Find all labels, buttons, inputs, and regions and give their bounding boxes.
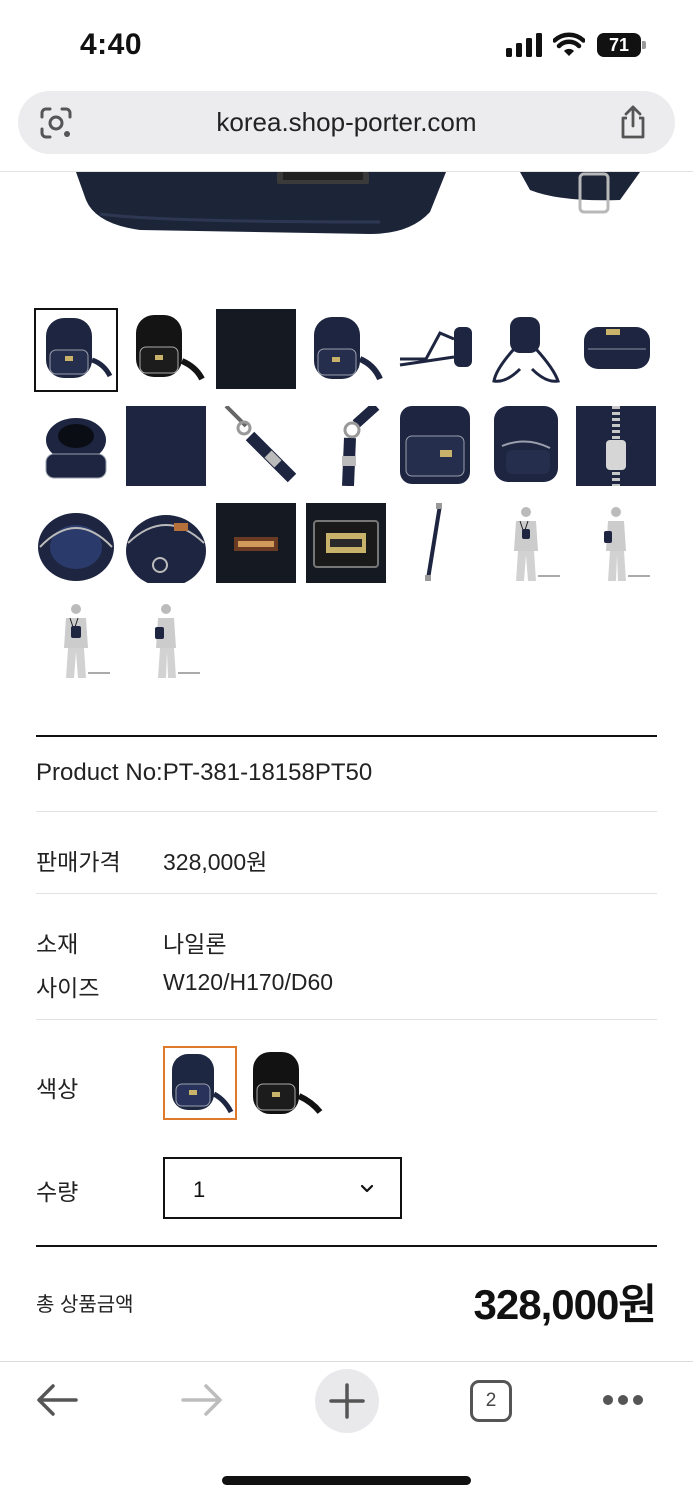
cellular-signal-icon <box>506 33 542 57</box>
thumbnail-shoulder-strap[interactable] <box>396 503 476 583</box>
thumbnail-model-front-2[interactable] <box>36 600 116 680</box>
thumbnail-porter-logo-tag[interactable] <box>306 503 386 583</box>
plus-icon <box>329 1383 365 1419</box>
home-indicator[interactable] <box>222 1476 471 1485</box>
total-rule <box>36 1245 657 1247</box>
thumbnail-navy-fabric-closeup[interactable] <box>126 406 206 486</box>
thumbnail-navy-backpack-side[interactable] <box>396 309 476 389</box>
new-tab-button[interactable] <box>315 1369 379 1433</box>
product-main-image[interactable] <box>0 172 693 242</box>
forward-arrow-icon[interactable] <box>181 1383 223 1417</box>
total-label: 총 상품금액 <box>36 1294 134 1316</box>
battery-icon: 71 <box>597 33 647 57</box>
thumbnail-navy-backpack-back[interactable] <box>486 309 566 389</box>
color-swatch-black[interactable] <box>250 1046 324 1120</box>
thumbnail-model-side-2[interactable] <box>126 600 206 680</box>
thumbnail-strap-clip[interactable] <box>216 406 296 486</box>
info-top-rule <box>36 735 657 737</box>
thumbnail-strap-clip-2[interactable] <box>306 406 386 486</box>
back-arrow-icon[interactable] <box>36 1383 78 1417</box>
quantity-select[interactable]: 1 <box>163 1157 402 1219</box>
tab-switcher-button[interactable]: 2 <box>470 1380 512 1422</box>
material-label: 소재 <box>36 931 79 957</box>
divider <box>36 811 657 812</box>
status-bar: 4:40 71 <box>0 0 693 88</box>
thumbnail-label-tag[interactable] <box>216 503 296 583</box>
address-bar[interactable]: korea.shop-porter.com <box>18 91 675 154</box>
thumbnail-black-backpack-front[interactable] <box>126 309 206 389</box>
thumbnail-zipper-closeup[interactable] <box>576 406 656 486</box>
share-icon[interactable] <box>617 104 649 140</box>
wifi-icon <box>553 32 585 56</box>
size-label: 사이즈 <box>36 975 100 1001</box>
quantity-value: 1 <box>193 1177 206 1202</box>
status-time: 4:40 <box>80 28 143 61</box>
size-value: W120/H170/D60 <box>163 969 334 995</box>
thumbnail-navy-backpack-open[interactable] <box>36 406 116 486</box>
thumbnail-front-pocket[interactable] <box>396 406 476 486</box>
thumbnail-interior-pocket[interactable] <box>126 503 206 583</box>
thumbnail-navy-backpack-front[interactable] <box>34 308 118 392</box>
thumbnail-model-side-1[interactable] <box>576 503 656 583</box>
thumbnail-navy-backpack-top[interactable] <box>576 309 656 389</box>
color-label: 색상 <box>36 1076 79 1102</box>
thumbnail-black-fabric-closeup[interactable] <box>216 309 296 389</box>
divider <box>36 1019 657 1020</box>
material-value: 나일론 <box>163 931 227 957</box>
color-swatch-navy[interactable] <box>163 1046 237 1120</box>
thumbnail-model-front-1[interactable] <box>486 503 566 583</box>
divider <box>36 893 657 894</box>
quantity-label: 수량 <box>36 1179 79 1205</box>
thumbnail-side-zipper[interactable] <box>486 406 566 486</box>
price-value: 328,000원 <box>163 849 268 875</box>
more-options-icon[interactable] <box>602 1394 644 1406</box>
total-value: 328,000원 <box>473 1281 657 1328</box>
chevron-down-icon <box>360 1184 374 1193</box>
thumbnail-interior-open[interactable] <box>36 503 116 583</box>
product-number: Product No:PT-381-18158PT50 <box>36 759 373 786</box>
battery-level: 71 <box>608 35 630 55</box>
price-label: 판매가격 <box>36 849 121 875</box>
url-text: korea.shop-porter.com <box>216 107 477 137</box>
toolbar-divider <box>0 1361 693 1362</box>
thumbnail-navy-backpack-angle[interactable] <box>306 309 386 389</box>
